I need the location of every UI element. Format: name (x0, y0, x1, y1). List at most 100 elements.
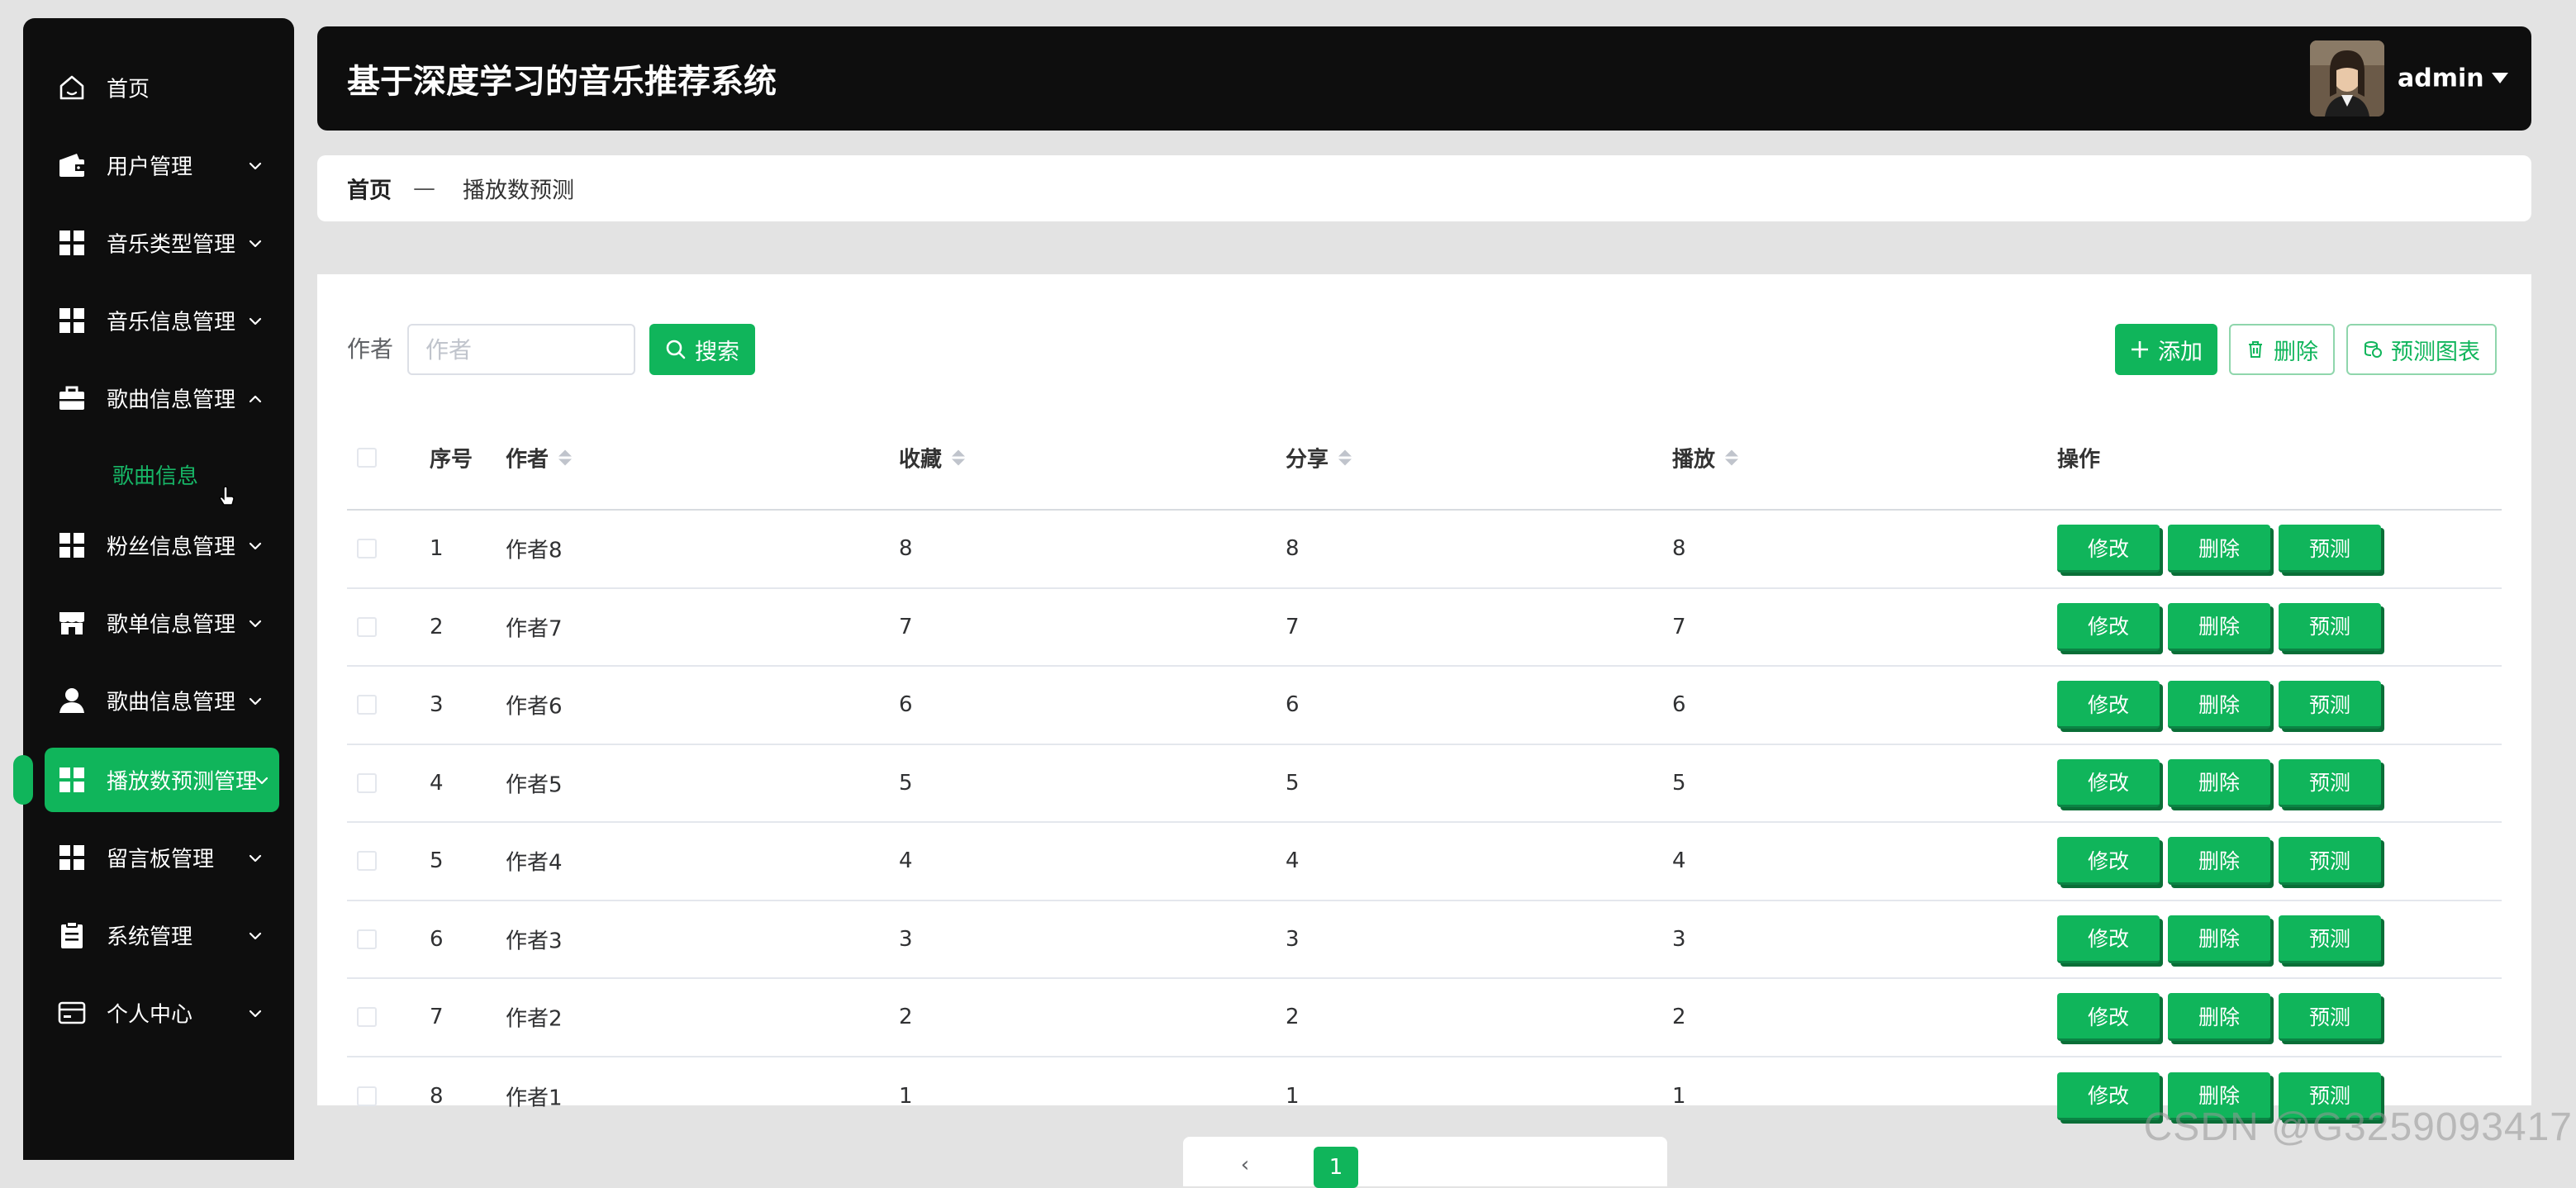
cell-plays: 6 (1672, 692, 1686, 718)
delete-button[interactable]: 删除 (2168, 758, 2270, 807)
cell-author: 作者7 (506, 616, 563, 642)
cell-index: 6 (430, 926, 444, 952)
sidebar-item-label: 首页 (107, 77, 150, 102)
search-label: 作者 (347, 335, 394, 363)
current-page-button[interactable]: 1 (1314, 1147, 1358, 1188)
cell-favorites: 5 (899, 770, 913, 796)
pagination: ‹ 1 (1183, 1137, 1667, 1188)
sidebar-item-2[interactable]: 用户管理 (23, 129, 294, 202)
predict-button[interactable]: 预测 (2279, 681, 2381, 729)
sidebar-item-label: 个人中心 (107, 1002, 193, 1028)
sidebar-item-4[interactable]: 音乐信息管理 (23, 284, 294, 357)
edit-button[interactable]: 修改 (2057, 837, 2160, 886)
cell-shares: 1 (1286, 1083, 1300, 1109)
home-icon (56, 72, 88, 103)
cell-index: 1 (430, 536, 444, 562)
select-all-checkbox[interactable] (357, 448, 377, 468)
caret-down-icon[interactable] (2492, 73, 2508, 83)
row-checkbox[interactable] (357, 929, 377, 949)
chevron-down-icon (246, 848, 264, 867)
user-menu-name[interactable]: admin (2398, 64, 2484, 93)
submenu-item-song-info[interactable]: 歌曲信息 (112, 459, 198, 490)
edit-button[interactable]: 修改 (2057, 525, 2160, 573)
sidebar: 首页 用户管理 音乐类型管理 音乐信息管理 歌曲信息管理 粉丝信息管理 歌单信息管理 歌曲信息… (13, 18, 294, 1160)
delete-button[interactable]: 删除 (2168, 837, 2270, 886)
watermark-text: CSDN @G3259093417 (2143, 1105, 2573, 1149)
predict-button[interactable]: 预测 (2279, 602, 2381, 651)
row-checkbox[interactable] (357, 1086, 377, 1106)
cell-shares: 6 (1286, 692, 1300, 718)
sidebar-item-11[interactable]: 系统管理 (23, 899, 294, 972)
table-header: 序号 作者 收藏 分享 播放 操作 (347, 406, 2502, 511)
prev-page-icon[interactable]: ‹ (1233, 1148, 1257, 1181)
sort-icon[interactable] (952, 449, 966, 466)
briefcase-icon (56, 383, 88, 414)
sort-icon[interactable] (558, 449, 573, 466)
row-checkbox[interactable] (357, 539, 377, 559)
add-button[interactable]: 添加 (2115, 324, 2217, 375)
search-button-label: 搜索 (695, 339, 739, 365)
wallet-icon (56, 150, 88, 181)
delete-button[interactable]: 删除 (2168, 602, 2270, 651)
column-header-favorites[interactable]: 收藏 (899, 443, 966, 473)
predict-button[interactable]: 预测 (2279, 915, 2381, 963)
avatar[interactable] (2310, 40, 2384, 116)
author-search-input[interactable] (407, 324, 635, 375)
cell-favorites: 4 (899, 848, 913, 874)
sidebar-item-9[interactable]: 播放数预测管理 (45, 748, 279, 812)
column-header-plays[interactable]: 播放 (1672, 443, 1739, 473)
cell-favorites: 7 (899, 614, 913, 639)
chevron-down-icon (246, 536, 264, 554)
column-header-shares[interactable]: 分享 (1286, 443, 1352, 473)
sidebar-item-1[interactable]: 首页 (23, 51, 294, 124)
sidebar-item-5[interactable]: 歌曲信息管理 (23, 362, 294, 435)
delete-button[interactable]: 删除 (2168, 993, 2270, 1042)
page-button[interactable] (1274, 1148, 1299, 1181)
predict-button[interactable]: 预测 (2279, 758, 2381, 807)
cell-favorites: 3 (899, 926, 913, 952)
sidebar-item-label: 留言板管理 (107, 847, 215, 872)
delete-button[interactable]: 删除 (2168, 525, 2270, 573)
cell-index: 8 (430, 1083, 444, 1109)
sort-icon[interactable] (1725, 449, 1739, 466)
prediction-chart-button[interactable]: 预测图表 (2346, 324, 2497, 375)
cell-index: 4 (430, 770, 444, 796)
predict-button[interactable]: 预测 (2279, 525, 2381, 573)
shop-icon (56, 607, 88, 639)
plus-icon (2130, 340, 2150, 359)
grid-icon (56, 530, 88, 561)
sidebar-item-8[interactable]: 歌曲信息管理 (23, 664, 294, 737)
sidebar-item-7[interactable]: 歌单信息管理 (23, 587, 294, 659)
sidebar-item-10[interactable]: 留言板管理 (23, 821, 294, 894)
edit-button[interactable]: 修改 (2057, 681, 2160, 729)
search-button[interactable]: 搜索 (649, 324, 755, 375)
avatar-image (2310, 40, 2384, 116)
cell-index: 2 (430, 614, 444, 639)
breadcrumb-home[interactable]: 首页 (347, 173, 392, 205)
edit-button[interactable]: 修改 (2057, 915, 2160, 963)
bulk-delete-button[interactable]: 删除 (2229, 324, 2335, 375)
table-row: 5 作者4 4 4 4 修改 删除 预测 (347, 823, 2502, 901)
sidebar-item-6[interactable]: 粉丝信息管理 (23, 509, 294, 582)
edit-button[interactable]: 修改 (2057, 993, 2160, 1042)
delete-button[interactable]: 删除 (2168, 915, 2270, 963)
sort-icon[interactable] (1338, 449, 1352, 466)
sidebar-item-3[interactable]: 音乐类型管理 (23, 207, 294, 279)
cell-index: 7 (430, 1005, 444, 1030)
column-header-index: 序号 (430, 447, 473, 473)
delete-button[interactable]: 删除 (2168, 681, 2270, 729)
edit-button[interactable]: 修改 (2057, 602, 2160, 651)
row-checkbox[interactable] (357, 851, 377, 872)
predict-button[interactable]: 预测 (2279, 993, 2381, 1042)
table-row: 6 作者3 3 3 3 修改 删除 预测 (347, 901, 2502, 979)
row-checkbox[interactable] (357, 1007, 377, 1028)
row-checkbox[interactable] (357, 772, 377, 793)
sidebar-item-12[interactable]: 个人中心 (23, 977, 294, 1049)
table-row: 4 作者5 5 5 5 修改 删除 预测 (347, 745, 2502, 823)
edit-button[interactable]: 修改 (2057, 758, 2160, 807)
row-checkbox[interactable] (357, 616, 377, 637)
column-header-actions: 操作 (2057, 447, 2101, 473)
column-header-author[interactable]: 作者 (506, 443, 573, 473)
predict-button[interactable]: 预测 (2279, 837, 2381, 886)
row-checkbox[interactable] (357, 695, 377, 715)
